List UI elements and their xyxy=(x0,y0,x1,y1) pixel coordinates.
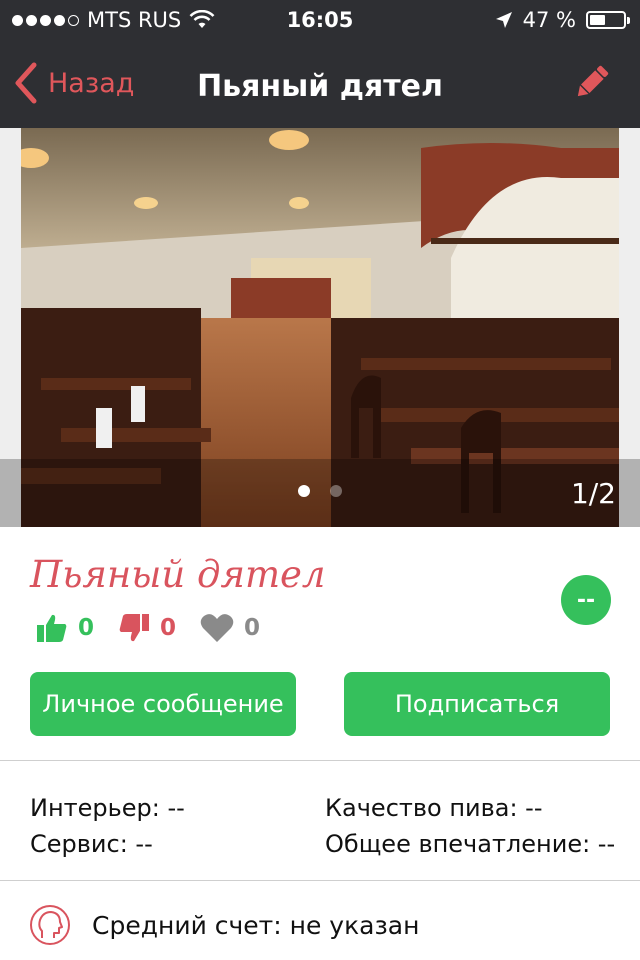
subscribe-button[interactable]: Подписаться xyxy=(344,672,610,736)
edit-button[interactable] xyxy=(572,62,612,106)
private-message-button[interactable]: Личное сообщение xyxy=(30,672,296,736)
rating-badge: -- xyxy=(561,575,611,625)
scores-left: Интерьер: -- Сервис: -- xyxy=(30,790,185,862)
gallery-pager[interactable] xyxy=(298,485,342,497)
thumbs-down-icon xyxy=(119,614,150,642)
favorites-stat[interactable]: 0 xyxy=(200,613,260,643)
photo-gallery[interactable]: 1/2 xyxy=(0,128,640,527)
status-bar: MTS RUS 16:05 47 % xyxy=(0,0,640,40)
location-arrow-icon xyxy=(495,12,512,28)
thumbs-up-icon xyxy=(37,614,67,642)
divider xyxy=(0,880,640,881)
average-bill: Средний счет: не указан xyxy=(30,905,419,945)
page-title: Пьяный дятел xyxy=(197,69,443,104)
pager-dot[interactable] xyxy=(330,485,342,497)
pencil-icon xyxy=(577,65,609,97)
overall-score: Общее впечатление: -- xyxy=(325,830,616,858)
venue-name: Пьяный дятел xyxy=(30,553,326,596)
gallery-counter: 1/2 xyxy=(570,477,616,510)
battery-icon xyxy=(586,11,630,29)
battery-percent: 47 % xyxy=(522,8,576,32)
status-right: 47 % xyxy=(495,8,630,32)
likes-count: 0 xyxy=(78,615,95,641)
reaction-stats: 0 0 0 xyxy=(36,613,284,643)
likes-stat[interactable]: 0 xyxy=(36,613,94,643)
favorites-count: 0 xyxy=(244,615,261,641)
divider xyxy=(0,760,640,761)
dislikes-count: 0 xyxy=(160,615,177,641)
interior-score: Интерьер: -- xyxy=(30,794,185,822)
service-score: Сервис: -- xyxy=(30,830,153,858)
navigation-bar: Назад Пьяный дятел xyxy=(0,40,640,128)
dislikes-stat[interactable]: 0 xyxy=(118,613,176,643)
scores-right: Качество пива: -- Общее впечатление: -- xyxy=(325,790,615,862)
heart-icon xyxy=(200,614,234,642)
average-bill-text: Средний счет: не указан xyxy=(92,910,420,940)
person-head-icon xyxy=(30,905,70,945)
beer-quality-score: Качество пива: -- xyxy=(325,794,543,822)
pager-dot-active[interactable] xyxy=(298,485,310,497)
